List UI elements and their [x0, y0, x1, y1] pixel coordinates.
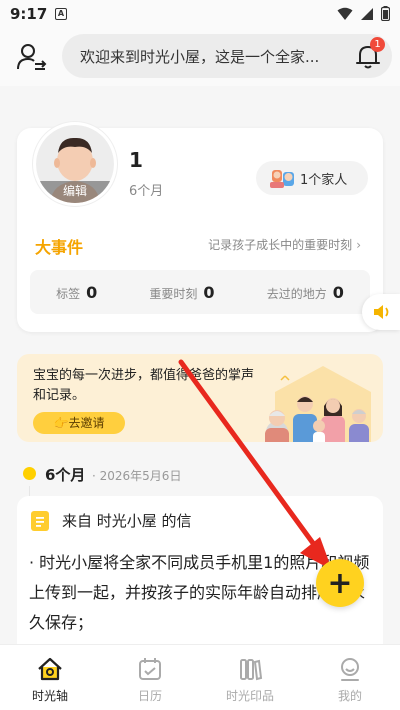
major-events-title: 大事件: [35, 238, 84, 257]
timeline-date: · 2026年5月6日: [92, 469, 182, 483]
timeline-age: 6个月: [45, 466, 86, 484]
child-avatar[interactable]: 编辑: [33, 122, 117, 206]
speaker-icon: [374, 305, 389, 319]
tab-prints[interactable]: 时光印品: [200, 645, 300, 710]
user-icon: [341, 658, 359, 681]
family-count-label: 1个家人: [300, 172, 348, 188]
stat-moments[interactable]: 重要时刻 0: [149, 283, 214, 302]
chevron-right-icon: ›: [356, 238, 361, 252]
banner-text: 宝宝的每一次进步，都值得爸爸的掌声和记录。: [33, 368, 255, 403]
signal-icon: [361, 7, 373, 20]
bottom-navigation: 时光轴 日历 时光印品 我的: [0, 644, 400, 710]
search-text: 欢迎来到时光小屋，这是一个全家...: [80, 47, 320, 66]
stat-places[interactable]: 去过的地方 0: [267, 283, 344, 302]
status-bar: 9:17 A: [0, 0, 400, 30]
status-time: 9:17: [10, 5, 48, 23]
invite-banner[interactable]: 宝宝的每一次进步，都值得爸爸的掌声和记录。 👉去邀请: [17, 354, 383, 442]
family-members-button[interactable]: 1个家人: [256, 161, 368, 195]
profile-switch-button[interactable]: [14, 40, 48, 74]
app-header: 欢迎来到时光小屋，这是一个全家... 1: [0, 30, 400, 86]
stat-value: 0: [86, 282, 98, 302]
notification-badge: 1: [370, 37, 385, 52]
tab-label: 我的: [337, 689, 362, 703]
tab-me[interactable]: 我的: [300, 645, 400, 710]
battery-icon: [381, 6, 390, 21]
stat-tags[interactable]: 标签 0: [56, 283, 97, 302]
major-events-link[interactable]: 记录孩子成长中的重要时刻 ›: [208, 236, 361, 253]
search-bar[interactable]: 欢迎来到时光小屋，这是一个全家...: [62, 34, 392, 78]
wifi-icon: [337, 7, 353, 20]
tab-calendar[interactable]: 日历: [100, 645, 200, 710]
books-icon: [240, 659, 263, 681]
status-icons: [337, 6, 390, 21]
home-icon: [38, 657, 62, 681]
major-events-hint: 记录孩子成长中的重要时刻: [208, 238, 353, 252]
child-profile-card: 编辑 1 6个月 1个家人 大事件 记录孩子成长中的重要时刻 › 标签 0 重要时…: [17, 122, 383, 332]
stat-value: 0: [203, 282, 215, 302]
notification-a-icon: A: [55, 8, 67, 20]
tab-label: 日历: [137, 689, 162, 703]
stat-label: 重要时刻: [149, 286, 198, 301]
avatar-edit-label[interactable]: 编辑: [36, 181, 114, 203]
family-icon: [270, 170, 294, 188]
child-age: 6个月: [129, 184, 164, 199]
tab-timeline[interactable]: 时光轴: [0, 645, 100, 710]
user-switch-icon: [17, 44, 47, 70]
family-illustration: [265, 366, 371, 442]
add-record-button[interactable]: +: [316, 559, 364, 607]
stat-label: 去过的地方: [266, 286, 327, 301]
calendar-icon: [139, 658, 161, 680]
letter-icon: [31, 511, 49, 531]
tab-label: 时光印品: [225, 689, 274, 703]
event-stats: 标签 0 重要时刻 0 去过的地方 0: [30, 270, 370, 314]
stat-value: 0: [332, 282, 344, 302]
stat-label: 标签: [56, 286, 81, 301]
invite-button[interactable]: 👉去邀请: [33, 412, 125, 434]
letter-sender: 来自 时光小屋 的信: [62, 512, 192, 530]
side-speaker-tab[interactable]: [362, 294, 400, 330]
child-name: 1: [129, 148, 143, 172]
tab-label: 时光轴: [31, 689, 68, 703]
timeline-dot: [23, 467, 36, 480]
